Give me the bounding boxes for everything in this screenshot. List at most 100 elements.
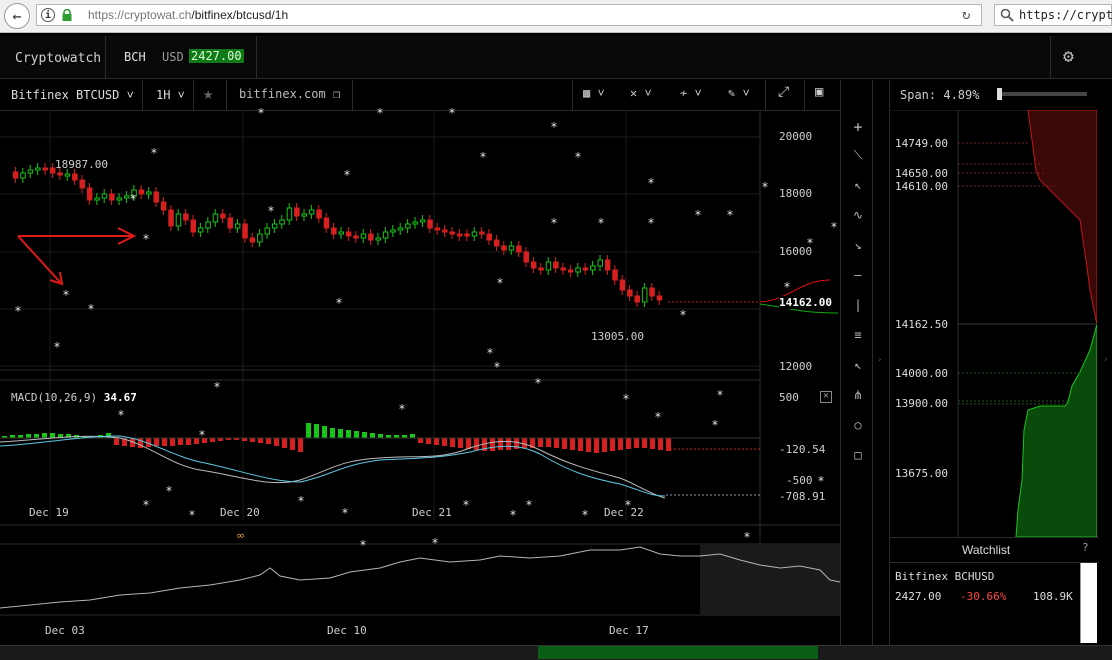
candle: [35, 167, 41, 171]
star-glyph: *: [487, 346, 493, 360]
arrow-tool-icon[interactable]: ↘: [851, 238, 865, 252]
star-glyph: *: [510, 508, 516, 522]
candle: [523, 251, 529, 263]
price-chart-canvas[interactable]: ∞: [0, 110, 840, 645]
bottom-status: [538, 646, 818, 659]
rectangle-icon[interactable]: □: [851, 448, 865, 462]
star-glyph: *: [762, 180, 768, 194]
collapse-handle[interactable]: ›: [877, 355, 882, 365]
macd-bar: [114, 438, 119, 445]
macd-bar: [650, 438, 655, 449]
candle: [516, 245, 522, 253]
pitchfork-icon[interactable]: ⋔: [851, 388, 865, 402]
line-tool-icon[interactable]: ⟍: [851, 148, 865, 163]
star-glyph: *: [399, 402, 405, 416]
macd-bar: [362, 432, 367, 438]
candle: [479, 231, 485, 235]
candle: [249, 237, 256, 243]
brand-logo[interactable]: Cryptowatch: [15, 51, 101, 66]
candle: [153, 191, 159, 203]
exchange-pair-select[interactable]: Bitfinex BTCUSD ˅: [11, 88, 134, 103]
candle: [212, 213, 219, 223]
star-glyph: *: [15, 304, 21, 318]
macd-bar: [154, 438, 159, 446]
macd-bar: [250, 438, 255, 442]
star-glyph: *: [336, 296, 342, 310]
star-glyph: *: [648, 216, 654, 230]
help-icon[interactable]: ?: [1082, 541, 1089, 554]
gear-icon[interactable]: ⚙: [1063, 46, 1074, 67]
star-glyph: *: [497, 276, 503, 290]
watchlist-item-name[interactable]: Bitfinex BCHUSD: [895, 570, 994, 583]
macd-bar: [338, 429, 343, 438]
scrollbar[interactable]: [1080, 563, 1097, 643]
reload-icon[interactable]: ↻: [962, 7, 970, 23]
fullscreen-icon[interactable]: ⤢: [778, 84, 789, 100]
timeframe-select[interactable]: 1H ˅: [156, 88, 185, 103]
back-button[interactable]: ←: [4, 3, 30, 29]
candle: [345, 231, 352, 237]
star-glyph: *: [655, 410, 661, 424]
horizontal-line-icon[interactable]: —: [851, 268, 865, 282]
bid-price: 13900.00: [895, 397, 948, 410]
candle: [545, 261, 552, 271]
macd-bar: [554, 438, 559, 448]
fib-tool-icon[interactable]: ≡: [851, 328, 865, 342]
candle: [279, 219, 285, 225]
candle: [183, 213, 189, 221]
vertical-line-icon[interactable]: |: [851, 298, 865, 312]
star-glyph: *: [680, 308, 686, 322]
ask-price: 14749.00: [895, 137, 948, 150]
candle: [538, 267, 544, 271]
indicators-button[interactable]: ≁ ˅: [680, 86, 702, 101]
macd-bar: [162, 438, 167, 446]
screenshot-icon[interactable]: ▣: [815, 84, 823, 100]
macd-y-tick: -500: [786, 474, 813, 487]
macd-bar: [330, 428, 335, 438]
plus-icon[interactable]: +: [851, 118, 865, 136]
ray-tool-icon[interactable]: ↖: [851, 178, 865, 192]
ticker-symbol[interactable]: BCH: [124, 50, 146, 64]
info-icon[interactable]: i: [41, 8, 55, 22]
watchlist-item-volume: 108.9K: [1033, 590, 1073, 603]
candle: [627, 289, 633, 297]
macd-bar: [586, 438, 591, 452]
curve-tool-icon[interactable]: ∿: [851, 208, 865, 222]
star-glyph: *: [342, 506, 348, 520]
bid-price: 13675.00: [895, 467, 948, 480]
candle: [242, 223, 248, 239]
macd-bar: [562, 438, 567, 449]
close-indicator-icon[interactable]: ✕: [820, 391, 832, 403]
candle: [175, 213, 182, 227]
exchange-link[interactable]: bitfinex.com ❐: [239, 87, 340, 101]
candle: [464, 233, 470, 237]
candle: [331, 227, 337, 235]
star-icon[interactable]: ★: [203, 84, 213, 104]
candle: [146, 191, 152, 195]
circle-icon[interactable]: ○: [851, 418, 865, 432]
draw-button[interactable]: ✎ ˅: [728, 86, 750, 101]
chart-type-button[interactable]: ▩ ˅: [583, 86, 605, 101]
y-tick: 20000: [779, 130, 813, 143]
macd-bar: [314, 424, 319, 438]
collapse-handle[interactable]: ›: [1103, 355, 1108, 365]
candle: [168, 209, 174, 227]
star-glyph: *: [494, 360, 500, 374]
candle: [42, 167, 48, 171]
star-glyph: *: [298, 494, 304, 508]
candle: [456, 233, 463, 237]
candle: [116, 197, 122, 201]
cursor-icon[interactable]: ↖: [851, 358, 865, 372]
star-glyph: *: [551, 216, 557, 230]
macd-bar: [594, 438, 599, 453]
span-slider[interactable]: [997, 88, 1087, 100]
candle: [123, 195, 130, 199]
compare-button[interactable]: ✕ ˅: [630, 86, 652, 101]
star-glyph: *: [189, 508, 195, 522]
candle: [375, 237, 381, 241]
macd-bar: [498, 438, 503, 450]
candle: [471, 231, 478, 237]
macd-y-tick: 500: [779, 391, 799, 404]
macd-bar: [602, 438, 607, 452]
star-glyph: *: [582, 508, 588, 522]
